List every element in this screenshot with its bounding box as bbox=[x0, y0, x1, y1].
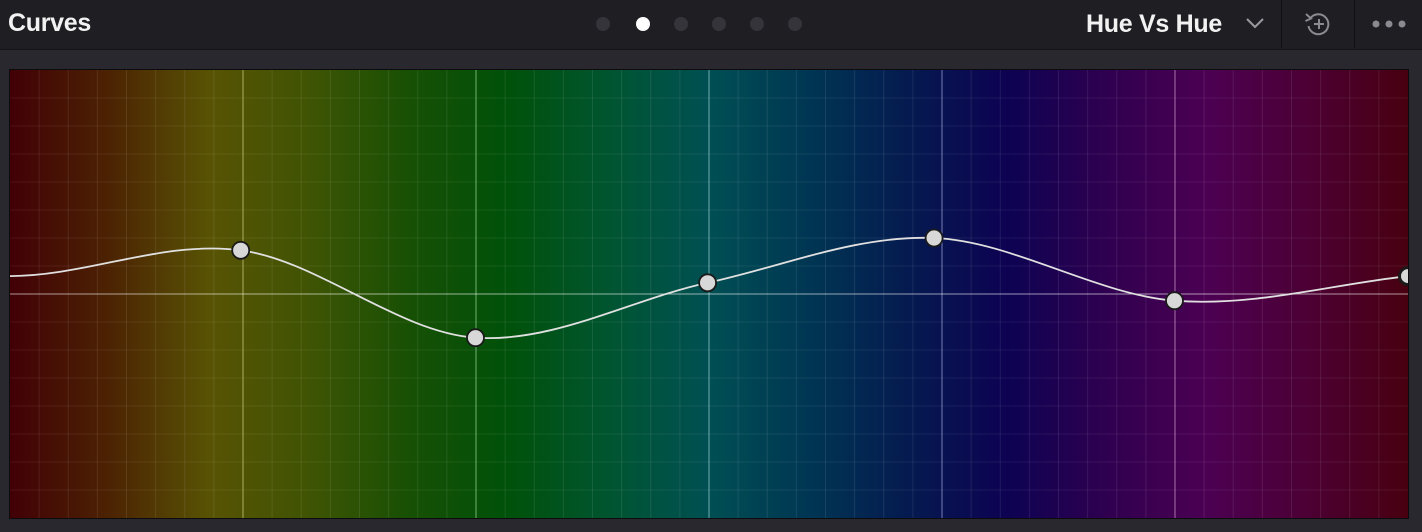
page-dot-3[interactable] bbox=[674, 17, 688, 31]
reset-button[interactable] bbox=[1282, 0, 1354, 48]
curve-control-point[interactable] bbox=[231, 240, 251, 260]
page-dot-1[interactable] bbox=[596, 17, 610, 31]
chevron-down-icon bbox=[1246, 18, 1264, 29]
page-dot-5[interactable] bbox=[750, 17, 764, 31]
hue-vs-hue-graph[interactable] bbox=[9, 69, 1409, 519]
page-dot-2-active[interactable] bbox=[636, 17, 650, 31]
curve-canvas[interactable] bbox=[10, 70, 1408, 518]
page-dot-4[interactable] bbox=[712, 17, 726, 31]
curves-panel-header: Curves Hue Vs Hue bbox=[0, 0, 1422, 50]
panel-title: Curves bbox=[8, 9, 91, 37]
reset-icon bbox=[1305, 13, 1330, 36]
curve-control-point[interactable] bbox=[1398, 266, 1409, 287]
page-dot-6[interactable] bbox=[788, 17, 802, 31]
curve-control-point[interactable] bbox=[698, 273, 717, 293]
more-options-button[interactable] bbox=[1355, 0, 1422, 48]
more-options-icon bbox=[1372, 20, 1406, 28]
curve-control-point[interactable] bbox=[1165, 291, 1184, 311]
curve-control-point[interactable] bbox=[466, 328, 485, 348]
curve-control-point[interactable] bbox=[924, 228, 944, 248]
curve-mode-label: Hue Vs Hue bbox=[1086, 10, 1222, 38]
